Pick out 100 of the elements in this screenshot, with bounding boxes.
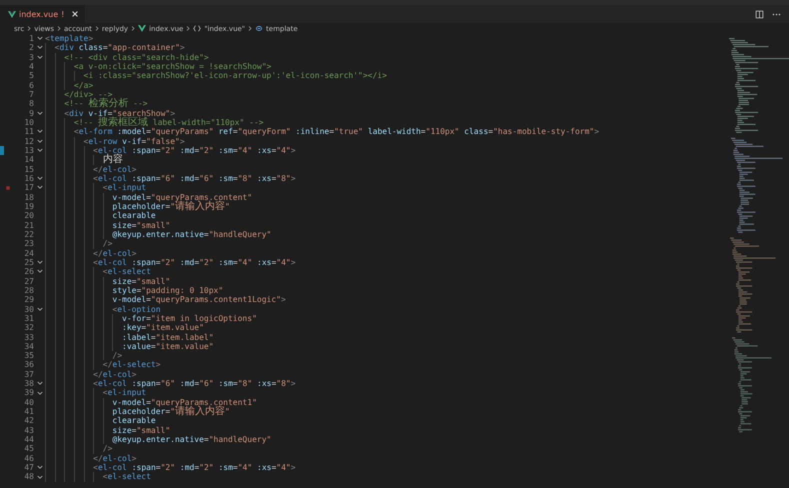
line-number: 12 (23, 136, 34, 146)
line-number: 30 (23, 304, 34, 314)
code-line: <el-col :span="6" :md="6" :sm="8" :xs="8"> (93, 379, 296, 388)
fold-chevron-icon[interactable] (36, 390, 42, 396)
code-line: <el-col :span="2" :md="2" :sm="4" :xs="4"> (93, 146, 296, 155)
fold-chevron-icon[interactable] (36, 260, 42, 266)
fold-chevron-icon[interactable] (36, 474, 42, 480)
code-line: <el-row v-if="false"> (84, 136, 185, 146)
code-line: :value="item.value" (122, 342, 214, 352)
chevron-icon (186, 25, 190, 32)
error-mark-text: ! (61, 10, 64, 18)
line-number: 8 (28, 99, 34, 109)
line-number: 36 (23, 360, 34, 370)
line-number: 37 (23, 370, 34, 380)
fold-chevron-icon[interactable] (36, 465, 42, 470)
code-line: <el-col :span="2" :md="2" :sm="4" :xs="4"> (93, 258, 296, 268)
fold-chevron-icon[interactable] (36, 110, 42, 116)
code-line: v-model="queryParams.content1Logic"> (112, 295, 286, 305)
code-line: /> (102, 444, 112, 454)
line-number: 7 (28, 90, 34, 100)
line-number: 10 (23, 118, 34, 128)
line-number: 35 (23, 351, 34, 360)
code-line: </el-select> (102, 360, 161, 370)
code-line: placeholder="请输入内容" (112, 202, 230, 212)
line-number: 40 (23, 398, 34, 408)
code-line: <template> (45, 34, 94, 44)
code-line: </el-col> (93, 454, 136, 464)
line-number: 38 (23, 379, 34, 388)
line-number: 1 (28, 34, 34, 44)
code-line: <el-input (102, 388, 146, 398)
fold-chevron-icon[interactable] (36, 185, 42, 190)
line-number: 25 (23, 258, 34, 268)
line-number: 9 (28, 108, 34, 118)
line-number: 20 (23, 211, 34, 221)
code-line: <div v-if="searchShow"> (64, 108, 176, 118)
line-number: 46 (23, 454, 34, 464)
editor-tab[interactable]: index.vue ! (0, 5, 86, 23)
fold-chevron-icon[interactable] (36, 129, 42, 134)
braces-icon (193, 25, 202, 32)
line-number: 43 (23, 426, 34, 436)
breakpoint-dot[interactable] (6, 186, 10, 190)
code-line: size="small" (112, 276, 170, 286)
chevron-icon (131, 25, 136, 32)
code-line: @keyup.enter.native="handleQuery" (112, 230, 272, 240)
fold-chevron-icon[interactable] (36, 269, 42, 274)
code-line: <i :class="searchShow?'el-icon-arrow-up':'el-icon-search'"></i> (84, 71, 387, 81)
close-icon[interactable] (71, 10, 80, 18)
line-number: 31 (23, 314, 34, 324)
code-line: v-model="queryParams.content1" (112, 398, 257, 408)
code-line: <el-select (102, 472, 151, 482)
code-line: <!-- 搜索框区域 label-width="110px" --> (74, 118, 264, 128)
code-line: <a v-on:click="searchShow = !searchShow"> (74, 62, 272, 72)
code-line: <!-- 检索分析 --> (64, 99, 148, 109)
code-line: :label="item.label" (122, 332, 214, 342)
code-line: <div class="app-container"> (54, 43, 185, 53)
line-number: 48 (23, 472, 34, 482)
code-line: placeholder="请输入内容" (112, 407, 230, 416)
line-number: 33 (23, 332, 34, 342)
code-line: </el-col> (93, 164, 136, 174)
fold-chevron-icon[interactable] (36, 381, 42, 386)
code-line: v-model="queryParams.content" (112, 192, 252, 202)
fold-chevron-icon[interactable] (36, 176, 42, 182)
line-number: 11 (23, 127, 34, 137)
code-line: <el-col :span="2" :md="2" :sm="4" :xs="4"> (93, 463, 296, 472)
line-number: 21 (23, 220, 34, 230)
line-number: 14 (23, 155, 34, 165)
code-line: /> (102, 239, 112, 249)
line-number: 17 (23, 183, 34, 193)
line-number: 42 (23, 416, 34, 426)
fold-chevron-icon[interactable] (36, 148, 42, 154)
line-number: 2 (28, 43, 34, 53)
vue-file-icon (8, 10, 16, 18)
line-number: 29 (23, 295, 34, 305)
line-number: 5 (28, 71, 34, 81)
fold-chevron-icon[interactable] (36, 36, 42, 42)
line-number: 26 (23, 267, 34, 277)
code-line: <el-select (102, 267, 151, 277)
code-line: @keyup.enter.native="handleQuery" (112, 435, 272, 444)
fold-chevron-icon[interactable] (36, 54, 42, 60)
code-line: <el-col :span="6" :md="6" :sm="8" :xs="8"> (93, 174, 296, 184)
code-line: clearable (112, 211, 156, 221)
code-line: </el-col> (93, 370, 136, 380)
fold-chevron-icon[interactable] (36, 138, 42, 144)
line-number: 13 (23, 146, 34, 156)
element-icon (255, 25, 264, 32)
chevron-icon (27, 25, 32, 32)
fold-chevron-icon[interactable] (36, 45, 42, 50)
code-line: <!-- <div class="search-hide"> (64, 52, 209, 62)
line-number: 41 (23, 407, 34, 416)
code-line: </a> (74, 80, 94, 90)
line-number: 18 (23, 192, 34, 202)
line-number: 39 (23, 388, 34, 398)
line-number: 6 (28, 80, 34, 90)
code-line: :key="item.value" (122, 323, 204, 332)
line-number: 47 (23, 463, 34, 472)
code-line: <el-option (112, 304, 161, 314)
line-number: 45 (23, 444, 34, 454)
fold-chevron-icon[interactable] (36, 306, 42, 312)
line-number: 27 (23, 276, 34, 286)
split-editor-icon[interactable] (755, 10, 764, 18)
